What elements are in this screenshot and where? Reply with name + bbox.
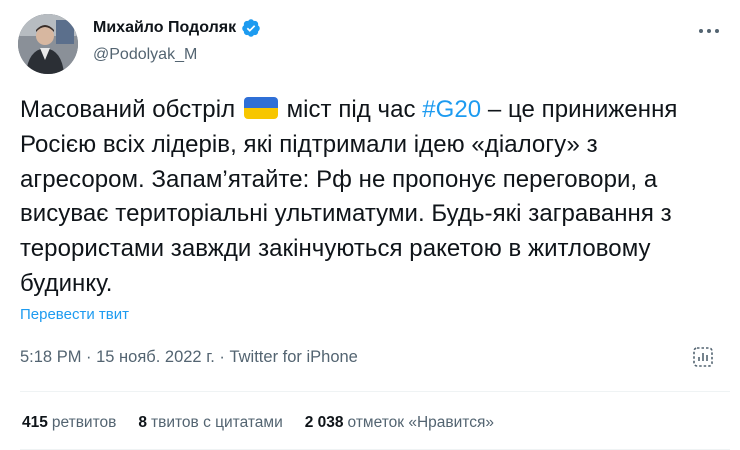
retweets-stat[interactable]: 415 ретвитов xyxy=(22,414,116,432)
tweet-source[interactable]: Twitter for iPhone xyxy=(229,348,357,366)
retweets-label: ретвитов xyxy=(51,414,117,431)
more-options-icon[interactable] xyxy=(692,20,726,42)
tweet-card: Михайло Подоляк @Podolyak_M Масований об… xyxy=(0,0,740,450)
tweet-text-part2: міст під час xyxy=(279,96,423,123)
tweet-date[interactable]: 15 нояб. 2022 г. xyxy=(96,348,215,366)
author-handle[interactable]: @Podolyak_M xyxy=(93,46,197,64)
divider xyxy=(20,391,730,392)
meta-separator: · xyxy=(214,348,230,366)
meta-separator: · xyxy=(81,348,97,366)
tweet-stats: 415 ретвитов 8 твитов с цитатами 2 038 отме… xyxy=(22,414,494,432)
retweets-count: 415 xyxy=(22,414,48,431)
likes-stat[interactable]: 2 038 отметок «Нравится» xyxy=(305,414,494,432)
author-name-row: Михайло Подоляк xyxy=(93,18,261,38)
author-name[interactable]: Михайло Подоляк xyxy=(93,19,236,37)
translate-tweet-link[interactable]: Перевести твит xyxy=(20,306,129,323)
likes-count: 2 038 xyxy=(304,414,344,431)
tweet-text-part3: – це приниження Росією всіх лідерів, які… xyxy=(20,96,678,297)
tweet-text-part1: Масований обстріл xyxy=(20,96,242,123)
tweet-meta: 5:18 PM · 15 нояб. 2022 г. · Twitter for… xyxy=(20,348,358,367)
quotes-stat[interactable]: 8 твитов с цитатами xyxy=(138,414,282,432)
quotes-count: 8 xyxy=(138,414,147,431)
likes-label: отметок «Нравится» xyxy=(347,414,494,431)
verified-badge-icon xyxy=(241,18,261,38)
tweet-text: Масований обстріл міст під час #G20 – це… xyxy=(20,93,725,302)
avatar[interactable] xyxy=(18,14,78,74)
hashtag-link[interactable]: #G20 xyxy=(422,96,481,123)
ukraine-flag xyxy=(243,97,278,119)
quotes-label: твитов с цитатами xyxy=(151,414,283,431)
tweet-time[interactable]: 5:18 PM xyxy=(20,348,81,366)
analytics-icon[interactable] xyxy=(690,344,716,370)
